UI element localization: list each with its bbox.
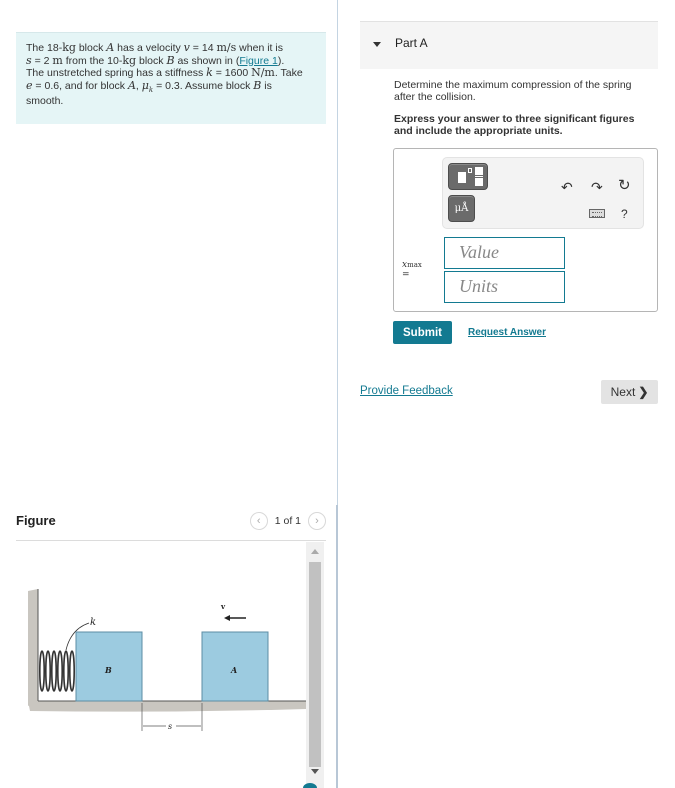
text: The unstretched spring has a stiffness bbox=[26, 67, 207, 79]
text: from the 10- bbox=[62, 54, 123, 67]
text: when it is bbox=[236, 42, 283, 54]
keyboard-icon[interactable] bbox=[589, 209, 605, 218]
text: = 1600 bbox=[212, 67, 252, 79]
problem-statement: The 18-kg block A has a velocity v = 14 … bbox=[16, 32, 326, 124]
help-icon[interactable]: ? bbox=[621, 207, 628, 221]
figure-image: k B A v s bbox=[16, 541, 306, 788]
provide-feedback-link[interactable]: Provide Feedback bbox=[360, 385, 453, 397]
units-input[interactable]: Units bbox=[444, 271, 565, 303]
scroll-up-arrow-icon[interactable] bbox=[306, 542, 324, 560]
text: is bbox=[261, 79, 272, 92]
ground-hatch bbox=[28, 701, 306, 712]
math-toolbar: μÅ ↶ ↷ ↻ ? bbox=[442, 157, 644, 229]
text: . Take bbox=[274, 67, 303, 79]
label-k: k bbox=[90, 617, 96, 628]
text: has a velocity bbox=[114, 42, 184, 54]
scroll-down-arrow-icon[interactable] bbox=[306, 762, 324, 780]
figure-title: Figure bbox=[16, 513, 56, 528]
left-panel: The 18-kg block A has a velocity v = 14 … bbox=[0, 0, 337, 788]
text: = 14 bbox=[189, 42, 217, 54]
var-A: A bbox=[127, 78, 136, 92]
chevron-right-icon: ❯ bbox=[638, 385, 649, 399]
panel-divider-handle[interactable] bbox=[336, 505, 338, 788]
part-a-label: Part A bbox=[395, 36, 428, 50]
question-text: Determine the maximum compression of the… bbox=[394, 79, 632, 103]
wall-hatch bbox=[28, 589, 38, 706]
floating-help-button[interactable] bbox=[303, 783, 317, 788]
var-B: B bbox=[166, 53, 175, 67]
next-figure-button[interactable]: › bbox=[308, 512, 326, 530]
text: block bbox=[75, 42, 107, 54]
part-a-header[interactable]: Part A bbox=[360, 21, 658, 69]
figure-scrollbar[interactable] bbox=[306, 542, 324, 788]
text: = 0.3. Assume block bbox=[153, 79, 254, 92]
chevron-right-icon: › bbox=[315, 515, 319, 527]
label-A: A bbox=[230, 665, 237, 675]
equals-sign: = bbox=[402, 270, 410, 280]
redo-icon[interactable]: ↷ bbox=[591, 180, 603, 194]
caret-down-icon bbox=[373, 42, 381, 47]
figure-link[interactable]: Figure 1 bbox=[239, 55, 278, 67]
next-label: Next bbox=[610, 385, 636, 399]
figure-header: Figure ‹ 1 of 1 › bbox=[16, 512, 326, 541]
variable-label: xmax = bbox=[402, 260, 422, 280]
figure-counter: 1 of 1 bbox=[274, 515, 301, 527]
velocity-arrowhead bbox=[224, 615, 230, 621]
template-icon-part bbox=[458, 172, 466, 183]
submit-button[interactable]: Submit bbox=[393, 321, 452, 344]
text: The 18- bbox=[26, 42, 63, 54]
answer-box: μÅ ↶ ↷ ↻ ? xmax = Value Units bbox=[393, 148, 658, 312]
unit: N/m bbox=[251, 66, 275, 79]
label-B: B bbox=[104, 665, 112, 675]
var-mu: μ bbox=[141, 78, 149, 92]
request-answer-link[interactable]: Request Answer bbox=[468, 327, 546, 338]
template-icon-part bbox=[475, 167, 483, 175]
units-button[interactable]: μÅ bbox=[448, 195, 475, 222]
reset-icon[interactable]: ↻ bbox=[618, 178, 631, 193]
text: block bbox=[136, 54, 167, 67]
variable-subscript: max bbox=[407, 261, 422, 269]
spring bbox=[38, 650, 75, 692]
units-icon: μÅ bbox=[454, 203, 469, 214]
templates-button[interactable] bbox=[448, 163, 488, 190]
prev-figure-button[interactable]: ‹ bbox=[249, 512, 268, 530]
text: = 2 bbox=[31, 54, 53, 67]
next-button[interactable]: Next ❯ bbox=[601, 380, 658, 404]
text: as shown in ( bbox=[174, 54, 240, 67]
figure-diagram: k B A v s bbox=[28, 589, 306, 731]
undo-icon[interactable]: ↶ bbox=[561, 180, 573, 194]
text: smooth. bbox=[26, 95, 64, 108]
template-icon-part bbox=[475, 178, 483, 186]
label-v: v bbox=[220, 602, 226, 611]
text: = 0.6, and for block bbox=[32, 79, 128, 92]
value-input[interactable]: Value bbox=[444, 237, 565, 269]
template-icon-part bbox=[475, 176, 483, 177]
scroll-thumb[interactable] bbox=[309, 562, 321, 767]
text: ). bbox=[277, 54, 285, 67]
unit: m bbox=[52, 53, 63, 67]
unit: kg bbox=[122, 53, 137, 67]
unit: m/s bbox=[216, 41, 237, 54]
chevron-left-icon: ‹ bbox=[256, 515, 261, 527]
instruction-text: Express your answer to three significant… bbox=[394, 113, 635, 137]
figure-nav: ‹ 1 of 1 › bbox=[249, 512, 326, 530]
var-k: k bbox=[206, 66, 213, 79]
label-s: s bbox=[168, 722, 172, 731]
unit: kg bbox=[62, 41, 76, 54]
template-icon-part bbox=[468, 168, 472, 173]
